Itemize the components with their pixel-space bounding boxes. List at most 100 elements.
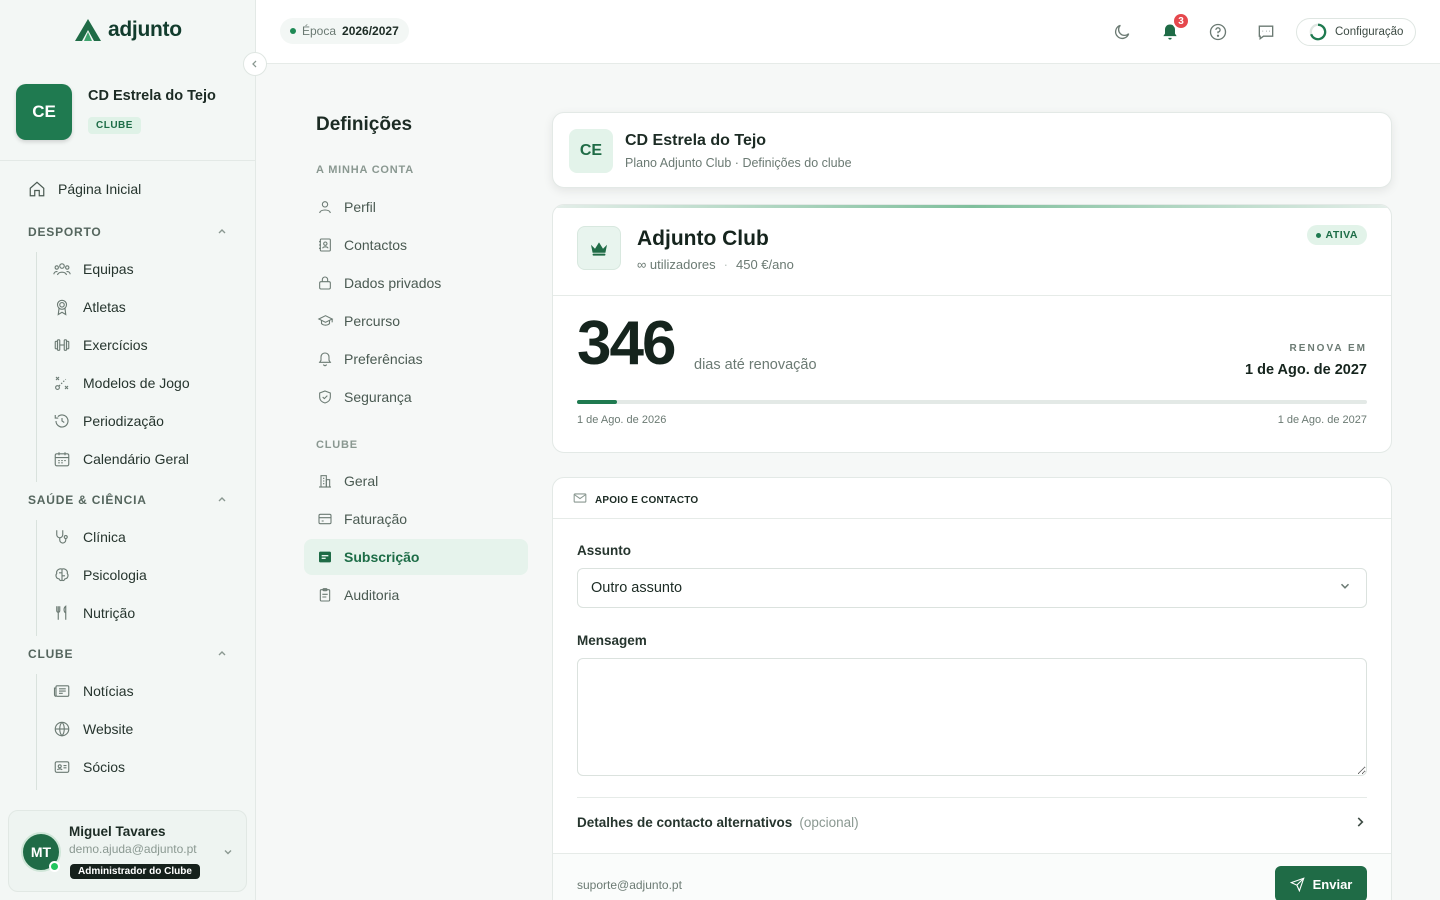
- period-start-date: 1 de Ago. de 2026: [577, 414, 667, 426]
- user-menu[interactable]: MT Miguel Tavares demo.ajuda@adjunto.pt …: [8, 810, 247, 892]
- sidebar-item-modelos-de-jogo[interactable]: Modelos de Jogo: [53, 374, 190, 392]
- club-switcher[interactable]: CE CD Estrela do Tejo CLUBE: [0, 64, 255, 161]
- sidebar-item-home[interactable]: Página Inicial: [28, 180, 141, 198]
- chevron-right-icon: [1353, 815, 1367, 832]
- status-dot: [1315, 232, 1321, 238]
- sidebar-item-calendario-geral[interactable]: Calendário Geral: [53, 450, 189, 468]
- setup-progress-ring-icon: [1309, 23, 1327, 41]
- period-end-date: 1 de Ago. de 2027: [1277, 414, 1367, 426]
- section-guide-line: [36, 520, 37, 636]
- season-selector[interactable]: Época 2026/2027: [280, 18, 409, 44]
- dark-mode-toggle[interactable]: [1110, 20, 1134, 44]
- bell-outline-icon: [316, 350, 334, 368]
- sidebar-item-label: Página Inicial: [58, 181, 142, 197]
- settings-item-seguranca[interactable]: Segurança: [304, 379, 528, 415]
- renew-label: RENOVA EM: [1289, 343, 1367, 354]
- support-footer: [553, 854, 1391, 900]
- adjunto-logo-icon: [75, 19, 101, 41]
- settings-item-label: Geral: [344, 473, 379, 489]
- settings-item-auditoria[interactable]: Auditoria: [304, 577, 528, 613]
- sidebar-item-label: Clínica: [83, 529, 126, 545]
- days-remaining-value: 346: [577, 309, 676, 378]
- settings-item-percurso[interactable]: Percurso: [304, 303, 528, 339]
- subject-label: Assunto: [577, 543, 631, 558]
- moon-icon: [1114, 24, 1130, 40]
- club-type-badge: CLUBE: [88, 117, 141, 134]
- alt-contact-optional: (opcional): [799, 815, 859, 830]
- sidebar-section-clube[interactable]: CLUBE: [28, 647, 228, 662]
- sidebar-section-saude[interactable]: SAÚDE & CIÊNCIA: [28, 493, 228, 508]
- settings-item-label: Faturação: [344, 511, 408, 527]
- section-label: SAÚDE & CIÊNCIA: [28, 493, 147, 507]
- settings-item-preferencias[interactable]: Preferências: [304, 341, 528, 377]
- plan-meta: ∞ utilizadores · 450 €/ano: [637, 257, 794, 272]
- brain-icon: [53, 566, 71, 584]
- newspaper-icon: [53, 682, 71, 700]
- stethoscope-icon: [53, 528, 71, 546]
- message-square-icon: [1258, 25, 1274, 40]
- sidebar: adjunto CE CD Estrela do Tejo CLUBE Pági…: [0, 0, 256, 900]
- club-avatar: CE: [16, 84, 72, 140]
- sidebar-item-periodizacao[interactable]: Periodização: [53, 412, 164, 430]
- brand-logo[interactable]: adjunto: [74, 18, 182, 42]
- sidebar-item-label: Notícias: [83, 683, 134, 699]
- sidebar-item-website[interactable]: Website: [53, 720, 133, 738]
- sidebar-item-atletas[interactable]: Atletas: [53, 298, 126, 316]
- settings-item-label: Contactos: [344, 237, 408, 253]
- configuration-button[interactable]: Configuração: [1296, 18, 1416, 46]
- settings-item-faturacao[interactable]: Faturação: [304, 501, 528, 537]
- alt-contact-toggle[interactable]: Detalhes de contacto alternativos (opcio…: [577, 815, 1367, 832]
- support-contact-card: APOIO E CONTACTO Assunto Outro assunto M…: [552, 477, 1392, 900]
- chevron-left-icon: [252, 60, 257, 68]
- user-role-badge: Administrador do Clube: [70, 864, 200, 879]
- brand-name: adjunto: [108, 18, 182, 41]
- sidebar-item-label: Sócios: [83, 759, 126, 775]
- calendar-icon: [53, 450, 71, 468]
- settings-item-label: Dados privados: [344, 275, 442, 291]
- id-card-icon: [53, 758, 71, 776]
- help-button[interactable]: [1206, 20, 1230, 44]
- sidebar-item-label: Atletas: [83, 299, 126, 315]
- sidebar-item-exercicios[interactable]: Exercícios: [53, 336, 148, 354]
- tactics-icon: [53, 374, 71, 392]
- subscription-card-icon: [316, 548, 334, 566]
- message-textarea[interactable]: [577, 658, 1367, 776]
- crown-icon: [577, 226, 621, 270]
- graduation-cap-icon: [316, 312, 334, 330]
- settings-item-perfil[interactable]: Perfil: [304, 189, 528, 225]
- user-name: Miguel Tavares: [69, 824, 166, 839]
- renewal-progress-bar: [577, 400, 1367, 404]
- chevron-down-icon: [222, 845, 234, 863]
- sidebar-section-desporto[interactable]: DESPORTO: [28, 225, 228, 240]
- sidebar-item-nutricao[interactable]: Nutrição: [53, 604, 135, 622]
- status-label: ATIVA: [1325, 229, 1358, 241]
- settings-item-label: Segurança: [344, 389, 412, 405]
- mail-icon: [573, 491, 587, 509]
- settings-item-geral[interactable]: Geral: [304, 463, 528, 499]
- renew-date: 1 de Ago. de 2027: [1245, 362, 1367, 378]
- messages-button[interactable]: [1254, 20, 1278, 44]
- plan-name: Adjunto Club: [637, 227, 769, 250]
- settings-item-subscricao[interactable]: Subscrição: [304, 539, 528, 575]
- sidebar-item-label: Calendário Geral: [83, 451, 189, 467]
- divider: [577, 797, 1367, 798]
- chevron-down-icon: [1338, 579, 1352, 597]
- sidebar-item-socios[interactable]: Sócios: [53, 758, 125, 776]
- notification-count-badge: 3: [1172, 12, 1190, 30]
- lock-icon: [316, 274, 334, 292]
- settings-item-contactos[interactable]: Contactos: [304, 227, 528, 263]
- collapse-sidebar-button[interactable]: [243, 52, 267, 76]
- sidebar-item-noticias[interactable]: Notícias: [53, 682, 134, 700]
- sidebar-item-equipas[interactable]: Equipas: [53, 260, 134, 278]
- settings-item-dados-privados[interactable]: Dados privados: [304, 265, 528, 301]
- sidebar-item-psicologia[interactable]: Psicologia: [53, 566, 147, 584]
- chevron-up-icon: [216, 493, 228, 508]
- club-header-name: CD Estrela do Tejo: [625, 132, 767, 149]
- sidebar-item-label: Nutrição: [83, 605, 136, 621]
- subject-select[interactable]: Outro assunto: [577, 568, 1367, 608]
- send-button[interactable]: Enviar: [1275, 866, 1367, 900]
- sidebar-item-clinica[interactable]: Clínica: [53, 528, 126, 546]
- contact-book-icon: [316, 236, 334, 254]
- plan-price: 450 €/ano: [735, 257, 794, 272]
- send-label: Enviar: [1312, 876, 1353, 892]
